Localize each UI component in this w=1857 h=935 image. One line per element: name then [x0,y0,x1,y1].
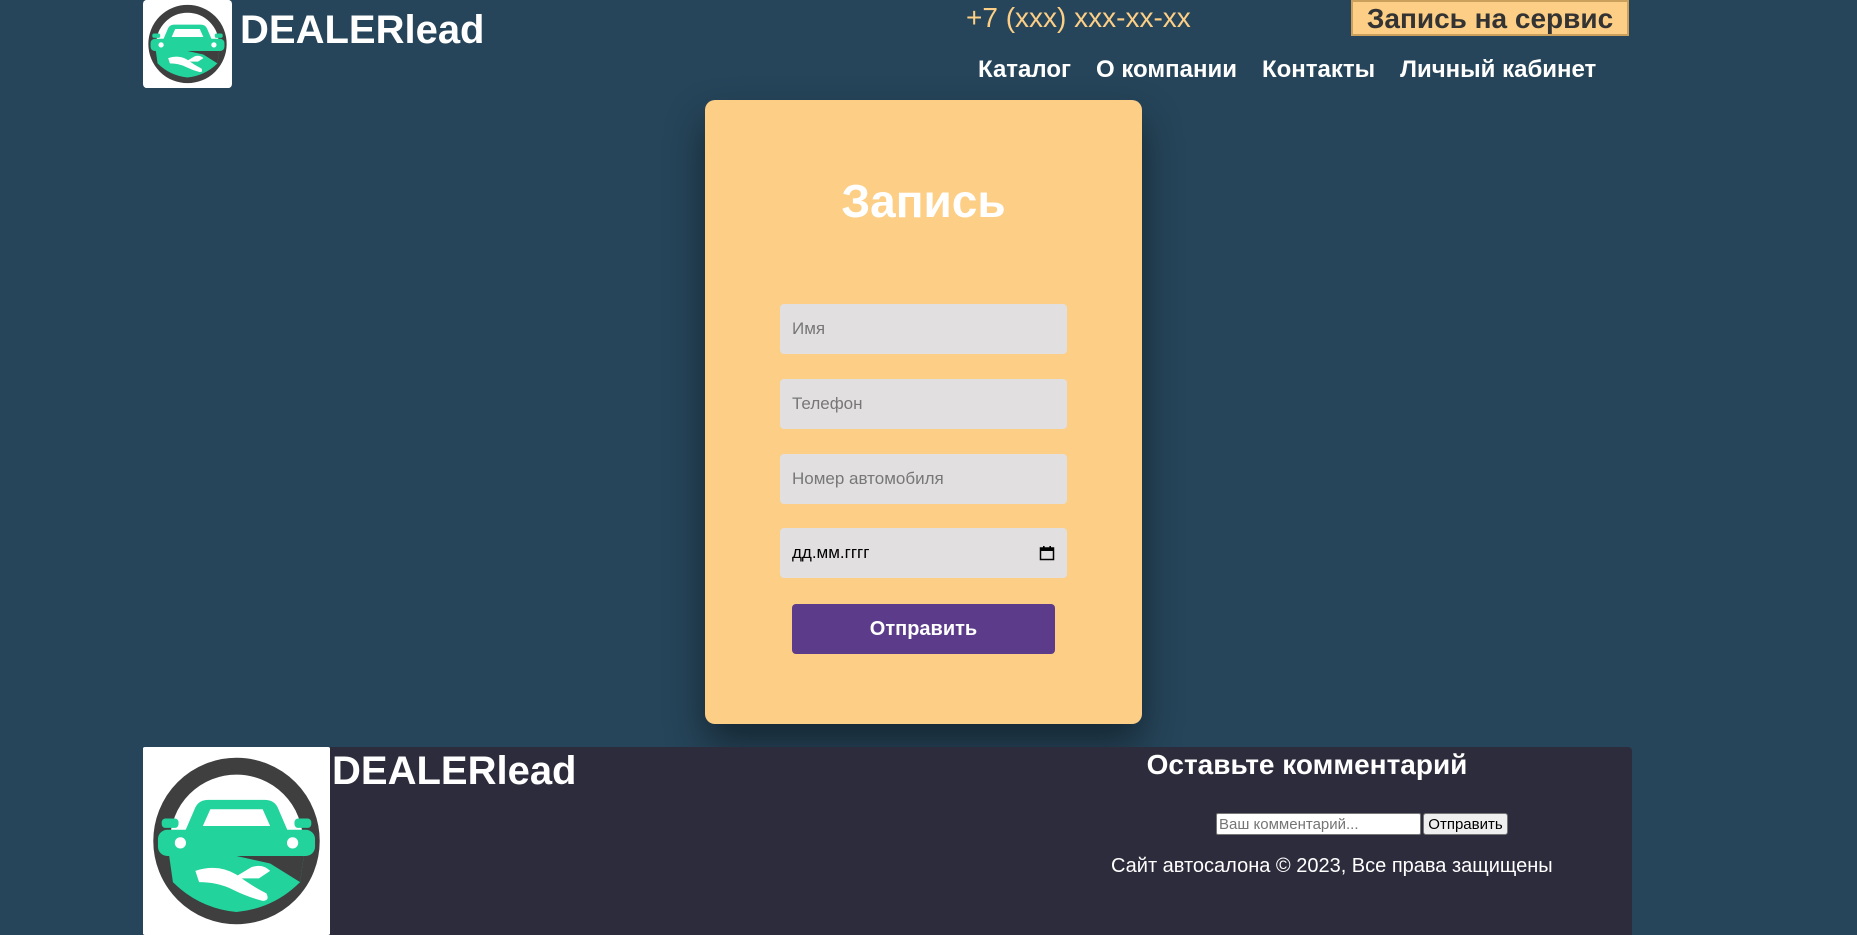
header-brand-name[interactable]: DEALERlead [240,10,485,50]
book-service-button[interactable]: Запись на сервис [1351,0,1629,36]
header-phone[interactable]: +7 (xxx) xxx-xx-xx [966,4,1191,32]
comment-input[interactable] [1216,813,1421,835]
comment-submit-button[interactable]: Отправить [1423,813,1508,835]
nav-contacts[interactable]: Контакты [1262,56,1375,84]
car-handshake-logo-icon [143,0,232,88]
nav-catalog[interactable]: Каталог [978,56,1071,84]
car-handshake-logo-icon [143,747,330,935]
site-footer: DEALERlead Оставьте комментарий Отправит… [143,747,1632,935]
form-title: Запись [841,175,1006,227]
submit-button[interactable]: Отправить [792,604,1055,654]
phone-field[interactable] [780,379,1067,429]
name-field[interactable] [780,304,1067,354]
main-nav: Каталог О компании Контакты Личный кабин… [978,56,1596,84]
copyright-text: Сайт автосалона © 2023, Все права защище… [1111,855,1553,877]
date-field[interactable]: дд.мм.гггг [780,528,1067,578]
booking-form-card: Запись дд.мм.гггг Отправить [705,100,1142,724]
calendar-icon[interactable] [1039,545,1055,561]
footer-brand-name[interactable]: DEALERlead [332,751,577,791]
footer-logo[interactable] [143,747,330,935]
nav-about[interactable]: О компании [1096,56,1237,84]
site-header: DEALERlead +7 (xxx) xxx-xx-xx Запись на … [143,0,1632,90]
header-logo[interactable] [143,0,232,88]
car-number-field[interactable] [780,454,1067,504]
nav-account[interactable]: Личный кабинет [1400,56,1596,84]
comment-heading: Оставьте комментарий [1146,749,1468,780]
date-field-placeholder: дд.мм.гггг [792,543,870,562]
